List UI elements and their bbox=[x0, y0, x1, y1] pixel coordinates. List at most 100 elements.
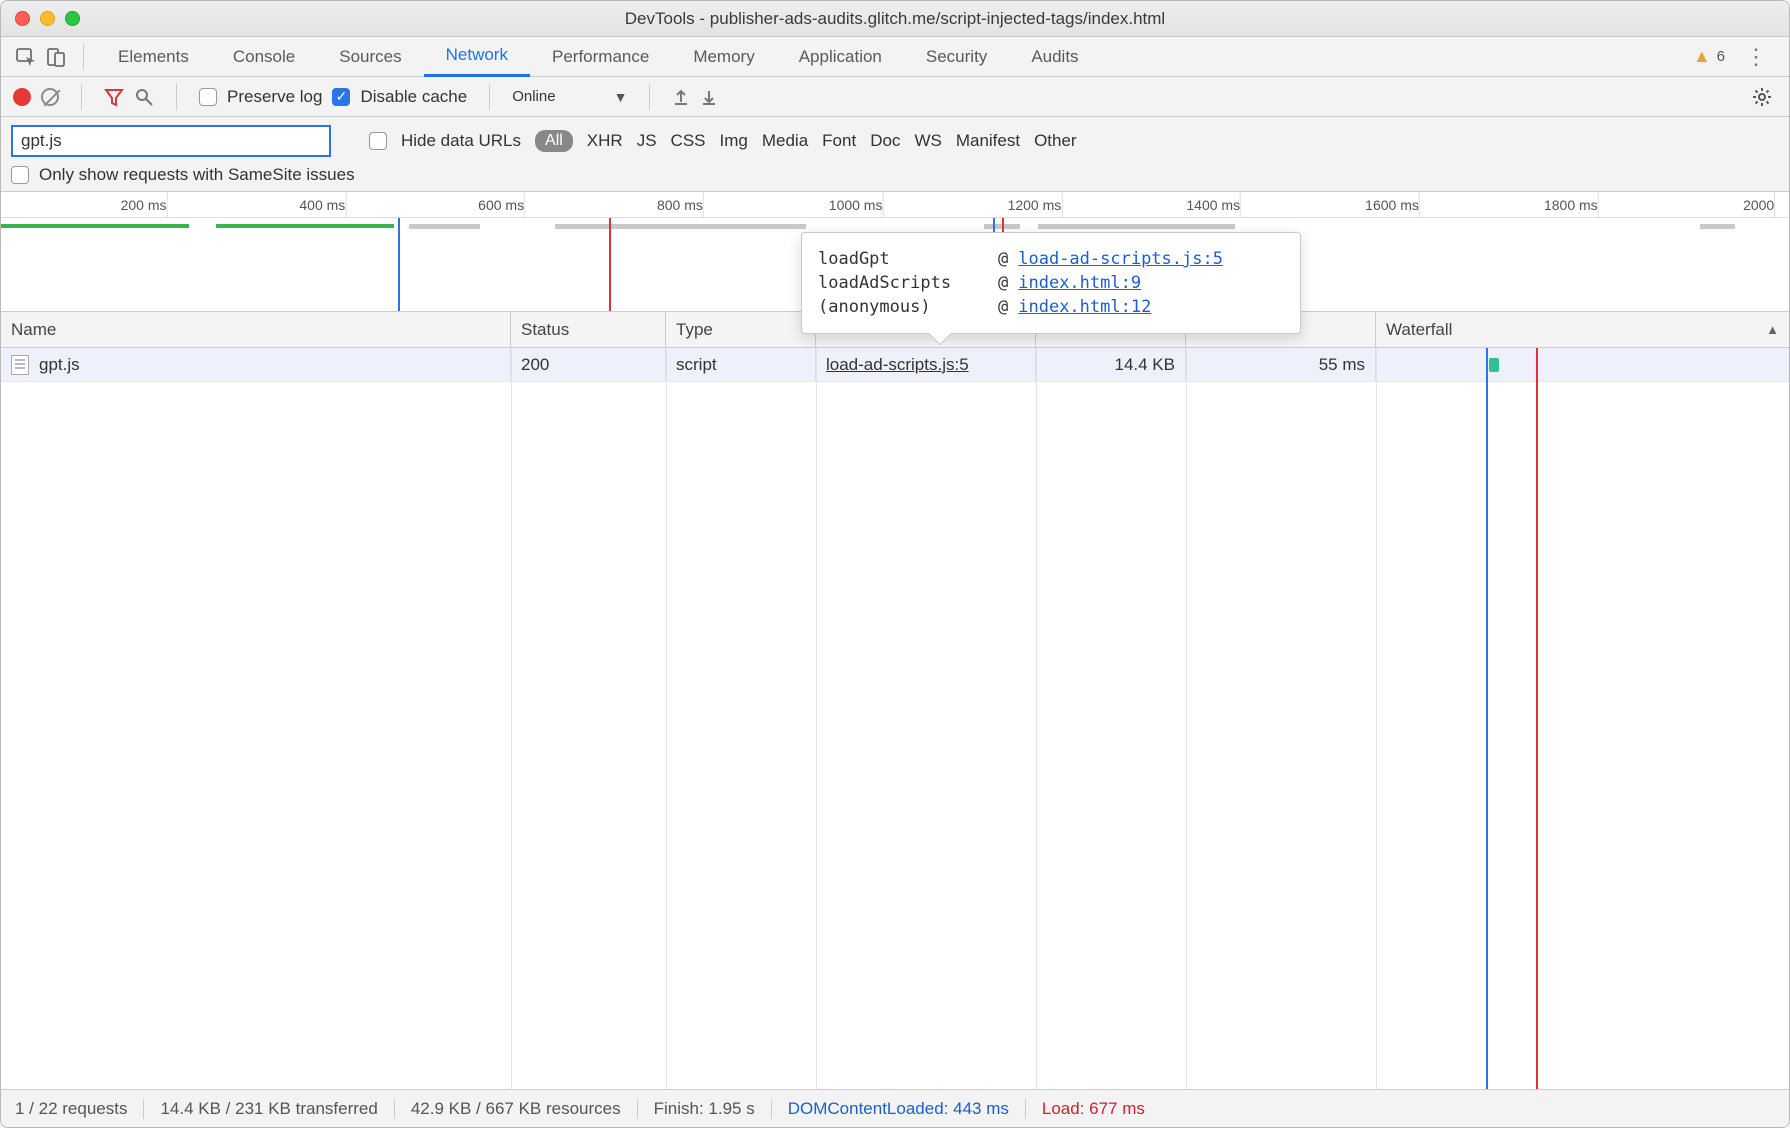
timeline-tick: 600 ms bbox=[478, 197, 524, 213]
th-name[interactable]: Name bbox=[1, 312, 511, 347]
table-gridlines bbox=[1, 348, 1789, 1089]
stack-link[interactable]: load-ad-scripts.js:5 bbox=[1018, 249, 1223, 269]
separator bbox=[489, 84, 490, 110]
more-menu-icon[interactable]: ⋮ bbox=[1733, 44, 1779, 70]
filter-type-img[interactable]: Img bbox=[720, 131, 748, 151]
table-body[interactable]: gpt.js 200 script load-ad-scripts.js:5 1… bbox=[1, 348, 1789, 1089]
samesite-label: Only show requests with SameSite issues bbox=[39, 165, 355, 185]
timeline-tick: 1200 ms bbox=[1008, 197, 1062, 213]
filter-type-ws[interactable]: WS bbox=[914, 131, 941, 151]
search-icon[interactable] bbox=[134, 87, 154, 107]
disable-cache-label: Disable cache bbox=[360, 87, 467, 107]
tab-console[interactable]: Console bbox=[211, 37, 317, 77]
filter-type-xhr[interactable]: XHR bbox=[587, 131, 623, 151]
import-har-icon[interactable] bbox=[672, 88, 690, 106]
summary-resources: 42.9 KB / 667 KB resources bbox=[395, 1099, 638, 1119]
separator bbox=[81, 84, 82, 110]
filter-type-manifest[interactable]: Manifest bbox=[956, 131, 1020, 151]
summary-load: Load: 677 ms bbox=[1026, 1099, 1161, 1119]
initiator-callstack-tooltip: loadGpt @ load-ad-scripts.js:5 loadAdScr… bbox=[801, 232, 1301, 334]
export-har-icon[interactable] bbox=[700, 88, 718, 106]
th-waterfall-label: Waterfall bbox=[1386, 320, 1452, 340]
timeline-tick: 200 ms bbox=[121, 197, 167, 213]
filter-toggle-icon[interactable] bbox=[104, 87, 124, 107]
at-symbol: @ bbox=[998, 249, 1008, 269]
at-symbol: @ bbox=[998, 297, 1008, 317]
filter-input[interactable] bbox=[11, 125, 331, 157]
network-toolbar: Preserve log Disable cache Online ▼ bbox=[1, 77, 1789, 117]
throttling-value: Online bbox=[512, 88, 555, 105]
inspect-element-icon[interactable] bbox=[11, 42, 41, 72]
stack-link[interactable]: index.html:9 bbox=[1018, 273, 1141, 293]
main-tabs-bar: Elements Console Sources Network Perform… bbox=[1, 37, 1789, 77]
th-waterfall[interactable]: Waterfall ▲ bbox=[1376, 312, 1789, 347]
titlebar: DevTools - publisher-ads-audits.glitch.m… bbox=[1, 1, 1789, 37]
timeline-overview[interactable]: 200 ms 400 ms 600 ms 800 ms 1000 ms 1200… bbox=[1, 192, 1789, 312]
window-title: DevTools - publisher-ads-audits.glitch.m… bbox=[13, 9, 1777, 29]
hide-data-urls-checkbox[interactable] bbox=[369, 132, 387, 150]
disable-cache-checkbox[interactable] bbox=[332, 88, 350, 106]
tab-performance[interactable]: Performance bbox=[530, 37, 671, 77]
cell-size: 14.4 KB bbox=[1036, 348, 1186, 381]
tab-audits[interactable]: Audits bbox=[1009, 37, 1100, 77]
cell-time: 55 ms bbox=[1186, 348, 1376, 381]
warnings-badge[interactable]: ▲ 6 bbox=[1693, 46, 1733, 67]
panel-tabs: Elements Console Sources Network Perform… bbox=[96, 37, 1693, 77]
tab-security[interactable]: Security bbox=[904, 37, 1009, 77]
cell-initiator[interactable]: load-ad-scripts.js:5 bbox=[816, 348, 1036, 381]
preserve-log-checkbox[interactable] bbox=[199, 88, 217, 106]
timeline-tick: 400 ms bbox=[299, 197, 345, 213]
timeline-tick: 1000 ms bbox=[829, 197, 883, 213]
request-name: gpt.js bbox=[39, 355, 80, 375]
filter-type-all[interactable]: All bbox=[535, 130, 573, 152]
close-window-button[interactable] bbox=[15, 11, 30, 26]
maximize-window-button[interactable] bbox=[65, 11, 80, 26]
summary-finish: Finish: 1.95 s bbox=[638, 1099, 772, 1119]
filter-type-js[interactable]: JS bbox=[637, 131, 657, 151]
table-row[interactable]: gpt.js 200 script load-ad-scripts.js:5 1… bbox=[1, 348, 1789, 382]
throttling-select[interactable]: Online ▼ bbox=[512, 88, 627, 105]
tab-sources[interactable]: Sources bbox=[317, 37, 423, 77]
clear-button[interactable] bbox=[41, 88, 59, 106]
summary-dcl: DOMContentLoaded: 443 ms bbox=[772, 1099, 1026, 1119]
network-summary-footer: 1 / 22 requests 14.4 KB / 231 KB transfe… bbox=[1, 1089, 1789, 1127]
samesite-checkbox[interactable] bbox=[11, 166, 29, 184]
filter-type-doc[interactable]: Doc bbox=[870, 131, 900, 151]
timeline-ruler: 200 ms 400 ms 600 ms 800 ms 1000 ms 1200… bbox=[1, 192, 1789, 218]
stack-fn: (anonymous) bbox=[818, 297, 988, 317]
minimize-window-button[interactable] bbox=[40, 11, 55, 26]
hide-data-urls-label: Hide data URLs bbox=[401, 131, 521, 151]
dcl-marker bbox=[398, 218, 400, 311]
stack-link[interactable]: index.html:12 bbox=[1018, 297, 1151, 317]
filter-type-media[interactable]: Media bbox=[762, 131, 808, 151]
requests-table: Name Status Type Waterfall ▲ gpt.js 200 … bbox=[1, 312, 1789, 1089]
cell-type: script bbox=[666, 348, 816, 381]
filter-type-font[interactable]: Font bbox=[822, 131, 856, 151]
tab-network[interactable]: Network bbox=[424, 37, 530, 77]
tab-memory[interactable]: Memory bbox=[671, 37, 776, 77]
summary-requests: 1 / 22 requests bbox=[15, 1099, 144, 1119]
timeline-tick: 800 ms bbox=[657, 197, 703, 213]
tab-application[interactable]: Application bbox=[777, 37, 904, 77]
load-marker bbox=[609, 218, 611, 311]
filter-type-other[interactable]: Other bbox=[1034, 131, 1077, 151]
warning-count: 6 bbox=[1717, 48, 1725, 65]
cell-name[interactable]: gpt.js bbox=[1, 348, 511, 381]
separator bbox=[176, 84, 177, 110]
th-status[interactable]: Status bbox=[511, 312, 666, 347]
filter-type-css[interactable]: CSS bbox=[671, 131, 706, 151]
summary-transferred: 14.4 KB / 231 KB transferred bbox=[144, 1099, 394, 1119]
settings-gear-icon[interactable] bbox=[1751, 86, 1777, 108]
timeline-tick: 1600 ms bbox=[1365, 197, 1419, 213]
timeline-body[interactable]: loadGpt @ load-ad-scripts.js:5 loadAdScr… bbox=[1, 218, 1789, 311]
file-icon bbox=[11, 355, 29, 375]
filter-bar: Hide data URLs All XHR JS CSS Img Media … bbox=[1, 117, 1789, 192]
th-type[interactable]: Type bbox=[666, 312, 816, 347]
timeline-bar bbox=[1038, 224, 1235, 229]
record-button[interactable] bbox=[13, 88, 31, 106]
device-toolbar-icon[interactable] bbox=[41, 42, 71, 72]
tab-elements[interactable]: Elements bbox=[96, 37, 211, 77]
preserve-log-label: Preserve log bbox=[227, 87, 322, 107]
timeline-tick: 2000 bbox=[1743, 197, 1774, 213]
separator bbox=[649, 84, 650, 110]
